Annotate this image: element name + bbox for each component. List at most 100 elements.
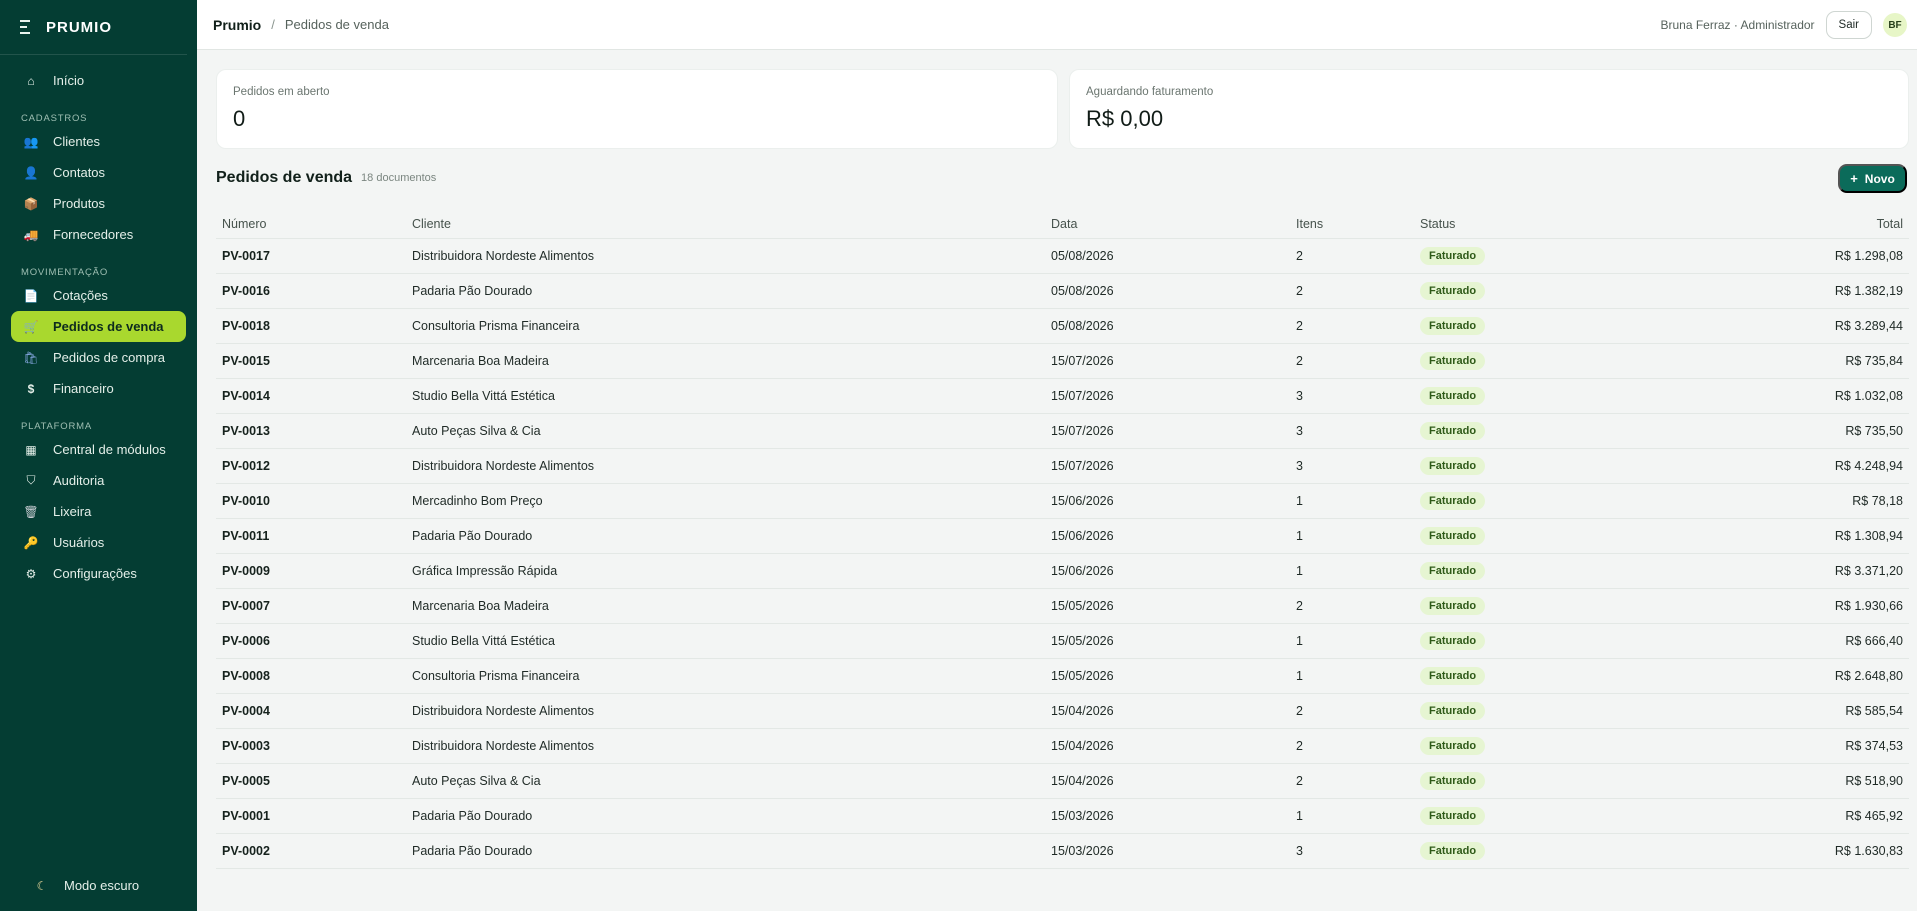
sidebar-item-lixeira[interactable]: 🗑 Lixeira — [11, 496, 186, 527]
breadcrumb-separator: / — [271, 17, 275, 32]
cell-status: Faturado — [1420, 317, 1620, 335]
cell-itens: 3 — [1296, 389, 1303, 403]
table-row[interactable]: PV-0001 Padaria Pão Dourado 15/03/2026 1 Fat… — [216, 799, 1909, 834]
sidebar-section-title: CADASTROS — [21, 113, 88, 124]
key-icon: 🔑 — [23, 535, 39, 550]
sidebar-item-inicio[interactable]: ⌂ Início — [11, 65, 186, 96]
card-label: Pedidos em aberto — [233, 86, 330, 98]
cell-data: 15/05/2026 — [1051, 634, 1114, 648]
cell-cliente: Distribuidora Nordeste Alimentos — [412, 459, 595, 473]
plus-icon: + — [1850, 171, 1858, 186]
brand[interactable]: PRUMIO — [0, 0, 187, 55]
table-row[interactable]: PV-0006 Studio Bella Vittá Estética 15/05/… — [216, 624, 1909, 659]
shield-icon: ⛉ — [26, 473, 36, 487]
table-row[interactable]: PV-0016 Padaria Pão Dourado 05/08/2026 2 Fat… — [216, 274, 1909, 309]
sidebar-item-cotacoes[interactable]: 📄 Cotações — [11, 280, 186, 311]
sidebar-item-financeiro[interactable]: $ Financeiro — [11, 373, 186, 404]
column-header-status[interactable]: Status — [1420, 217, 1620, 231]
sidebar-item-auditoria[interactable]: ⛉ Auditoria — [11, 465, 186, 496]
cell-cliente: Auto Peças Silva & Cia — [412, 424, 541, 438]
table-row[interactable]: PV-0002 Padaria Pão Dourado 15/03/2026 3 Fat… — [216, 834, 1909, 869]
cell-total: R$ 1.630,83 — [1834, 844, 1903, 858]
cell-itens: 2 — [1296, 319, 1303, 333]
cell-status: Faturado — [1420, 702, 1620, 720]
column-header-data[interactable]: Data — [1051, 217, 1296, 231]
breadcrumb-current: Pedidos de venda — [284, 17, 389, 32]
cell-total: R$ 1.308,94 — [1834, 529, 1903, 543]
header-user-area: Bruna Ferraz · Administrador Sair BF — [1660, 0, 1907, 50]
table-row[interactable]: PV-0014 Studio Bella Vittá Estética 15/07/… — [216, 379, 1909, 414]
table-row[interactable]: PV-0003 Distribuidora Nordeste Alimentos 1… — [216, 729, 1909, 764]
cell-numero: PV-0010 — [222, 494, 270, 508]
sidebar-item-usuarios[interactable]: 🔑 Usuários — [11, 527, 186, 558]
cell-data: 15/04/2026 — [1051, 704, 1114, 718]
status-badge: Faturado — [1420, 772, 1486, 790]
table-row[interactable]: PV-0018 Consultoria Prisma Financeira 05/0… — [216, 309, 1909, 344]
dollar-icon: $ — [27, 381, 35, 396]
table-row[interactable]: PV-0015 Marcenaria Boa Madeira 15/07/2026 2… — [216, 344, 1909, 379]
dark-mode-toggle[interactable]: ☾ Modo escuro — [22, 870, 140, 901]
cell-numero: PV-0003 — [222, 739, 270, 753]
sidebar-item-label: Usuários — [53, 535, 105, 550]
cell-itens: 2 — [1296, 599, 1303, 613]
cell-total: R$ 1.382,19 — [1834, 284, 1903, 298]
column-header-total[interactable]: Total — [1620, 217, 1909, 231]
sidebar-item-clientes[interactable]: 👥 Clientes — [11, 126, 186, 157]
table-row[interactable]: PV-0009 Gráfica Impressão Rápida 15/06/202… — [216, 554, 1909, 589]
cell-data: 15/06/2026 — [1051, 529, 1114, 543]
cell-numero: PV-0013 — [222, 424, 270, 438]
avatar[interactable]: BF — [1883, 13, 1907, 37]
cell-itens: 2 — [1296, 284, 1303, 298]
status-badge: Faturado — [1420, 597, 1486, 615]
sidebar-item-configuracoes[interactable]: ⚙ Configurações — [11, 558, 186, 589]
status-badge: Faturado — [1420, 317, 1486, 335]
new-order-button[interactable]: + Novo — [1838, 164, 1907, 193]
cell-status: Faturado — [1420, 597, 1620, 615]
sidebar-item-pedidos-de-venda[interactable]: 🛒 Pedidos de venda — [11, 311, 186, 342]
cell-itens: 3 — [1296, 424, 1303, 438]
page-title: Pedidos de venda — [216, 169, 353, 186]
table-row[interactable]: PV-0007 Marcenaria Boa Madeira 15/05/2026 2… — [216, 589, 1909, 624]
document-count: 18 documentos — [361, 172, 437, 184]
breadcrumb-root[interactable]: Prumio — [213, 17, 261, 33]
table-row[interactable]: PV-0017 Distribuidora Nordeste Alimentos 0… — [216, 239, 1909, 274]
sidebar-item-contatos[interactable]: 👤 Contatos — [11, 157, 186, 188]
table-row[interactable]: PV-0013 Auto Peças Silva & Cia 15/07/2026 3… — [216, 414, 1909, 449]
sidebar-item-label: Central de módulos — [53, 442, 166, 457]
cell-total: R$ 735,50 — [1845, 424, 1903, 438]
document-icon: 📄 — [23, 288, 39, 303]
cell-data: 15/04/2026 — [1051, 774, 1114, 788]
column-header-cliente[interactable]: Cliente — [412, 217, 1051, 231]
shopping-bag-icon: 🛍 — [23, 350, 39, 365]
cell-total: R$ 1.032,08 — [1834, 389, 1903, 403]
card-value: R$ 0,00 — [1086, 106, 1164, 131]
table-row[interactable]: PV-0008 Consultoria Prisma Financeira 15/0… — [216, 659, 1909, 694]
cell-total: R$ 1.930,66 — [1834, 599, 1903, 613]
status-badge: Faturado — [1420, 492, 1486, 510]
cell-itens: 2 — [1296, 249, 1303, 263]
sidebar-item-central-de-modulos[interactable]: ▦ Central de módulos — [11, 434, 186, 465]
column-header-numero[interactable]: Número — [216, 217, 412, 231]
logout-button[interactable]: Sair — [1825, 11, 1872, 39]
table-row[interactable]: PV-0010 Mercadinho Bom Preço 15/06/2026 1 Fa… — [216, 484, 1909, 519]
status-badge: Faturado — [1420, 667, 1486, 685]
sidebar-item-label: Configurações — [53, 566, 137, 581]
table-row[interactable]: PV-0004 Distribuidora Nordeste Alimentos 1… — [216, 694, 1909, 729]
cell-status: Faturado — [1420, 352, 1620, 370]
cell-data: 05/08/2026 — [1051, 249, 1114, 263]
cell-numero: PV-0004 — [222, 704, 270, 718]
cell-itens: 1 — [1296, 669, 1303, 683]
cell-cliente: Padaria Pão Dourado — [412, 284, 533, 298]
cell-status: Faturado — [1420, 282, 1620, 300]
table-row[interactable]: PV-0012 Distribuidora Nordeste Alimentos 1… — [216, 449, 1909, 484]
sidebar-item-fornecedores[interactable]: 🚚 Fornecedores — [11, 219, 186, 250]
cell-data: 15/05/2026 — [1051, 669, 1114, 683]
column-header-itens[interactable]: Itens — [1296, 217, 1420, 231]
sidebar-item-pedidos-de-compra[interactable]: 🛍 Pedidos de compra — [11, 342, 186, 373]
sidebar-item-produtos[interactable]: 📦 Produtos — [11, 188, 186, 219]
table-row[interactable]: PV-0011 Padaria Pão Dourado 15/06/2026 1 Fat… — [216, 519, 1909, 554]
cell-itens: 1 — [1296, 494, 1303, 508]
cell-cliente: Consultoria Prisma Financeira — [412, 669, 580, 683]
table-row[interactable]: PV-0005 Auto Peças Silva & Cia 15/04/2026 2… — [216, 764, 1909, 799]
cell-numero: PV-0017 — [222, 249, 270, 263]
